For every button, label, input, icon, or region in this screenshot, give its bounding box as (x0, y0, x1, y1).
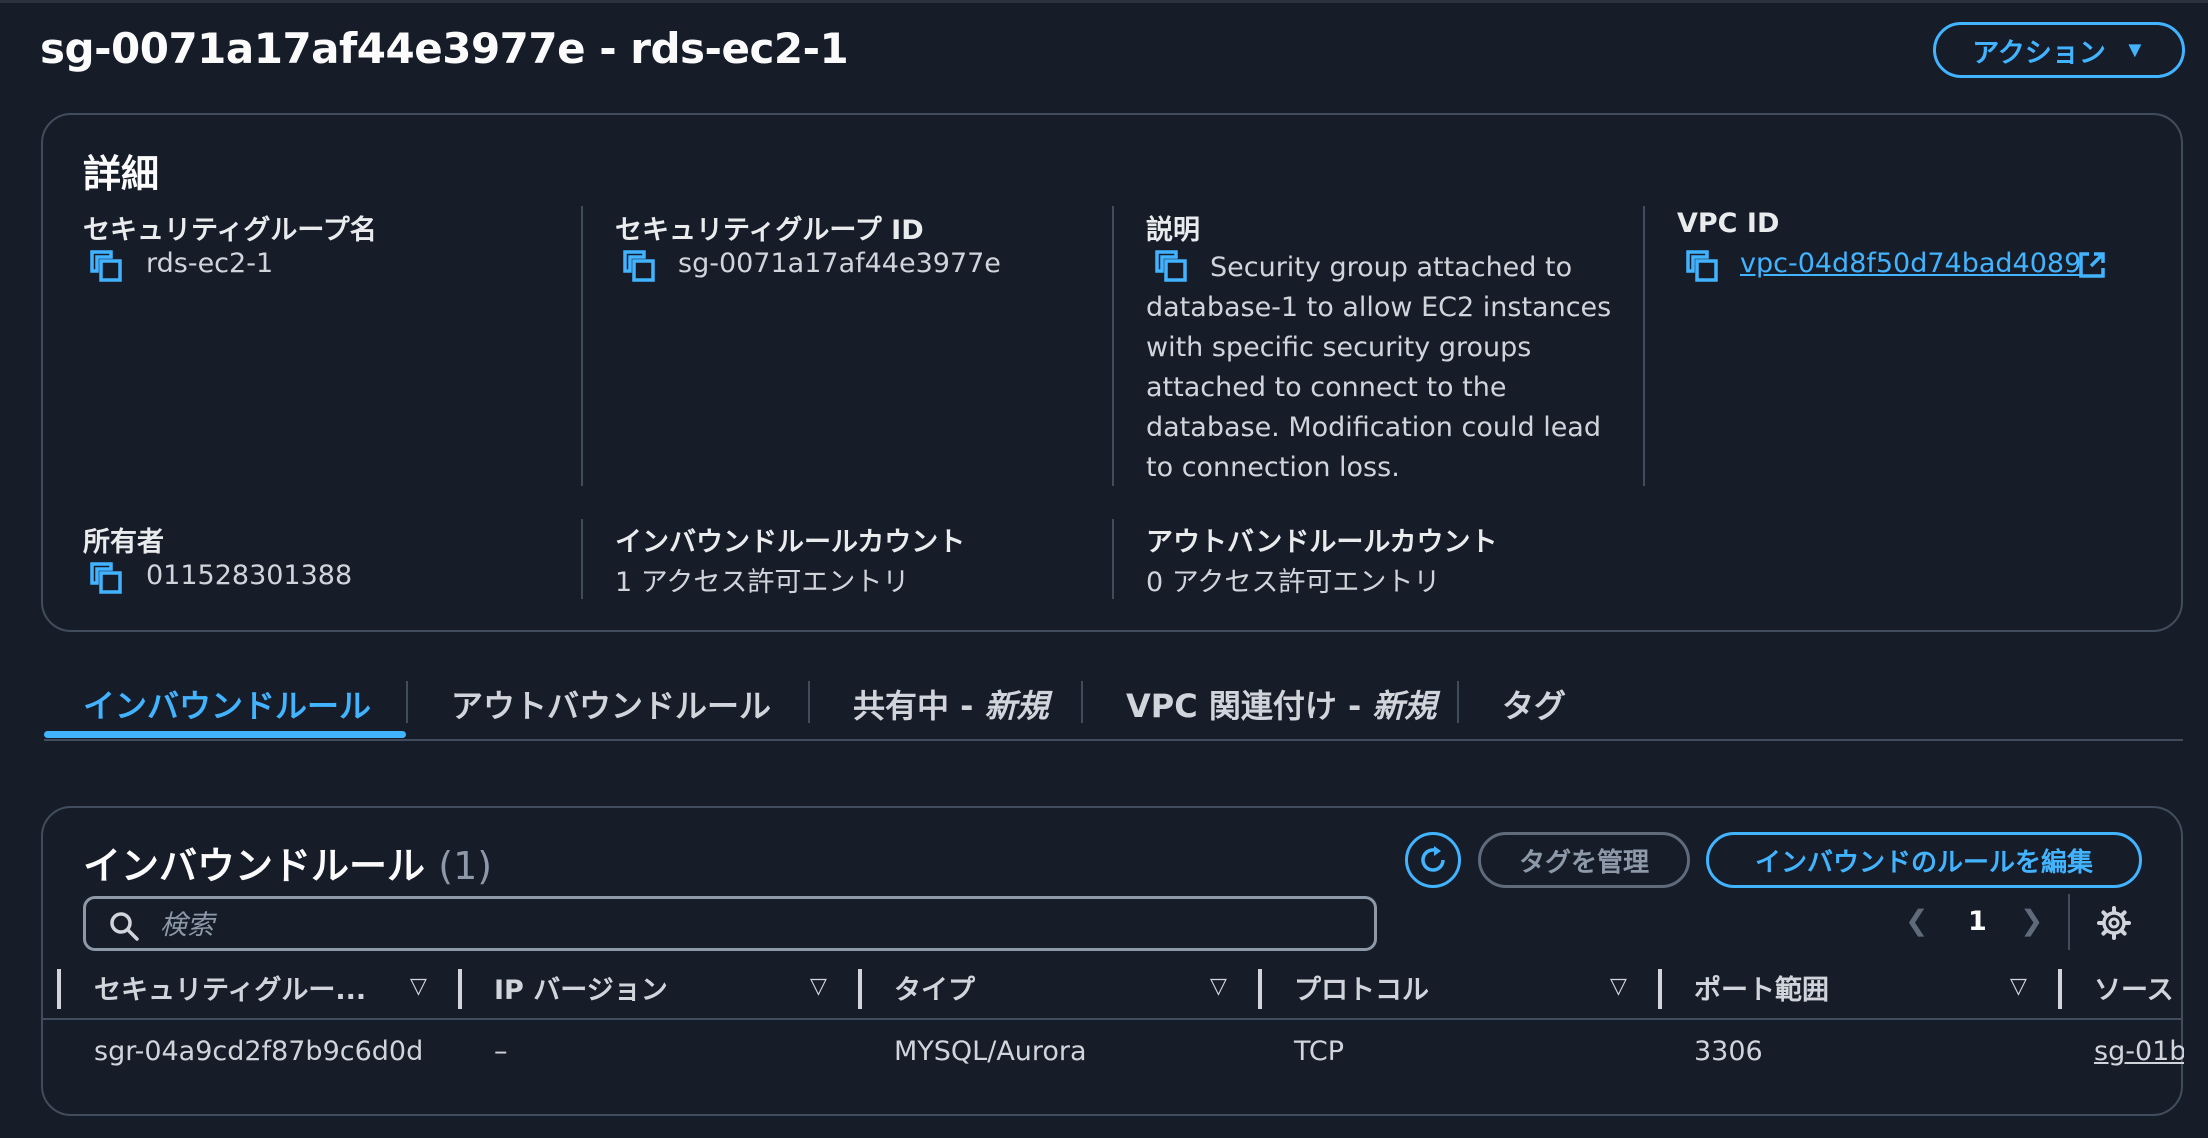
tab-label: タグ (1502, 687, 1567, 725)
column-resize-handle[interactable] (858, 969, 862, 1009)
tab-divider (1081, 681, 1083, 723)
column-divider (581, 519, 583, 599)
active-tab-indicator (44, 731, 406, 738)
sg-name-value: rds-ec2-1 (146, 248, 274, 279)
new-badge: 新規 (1372, 687, 1437, 725)
edit-rules-label: インバウンドのルールを編集 (1754, 846, 2093, 877)
owner-label: 所有者 (83, 527, 164, 558)
details-title: 詳細 (83, 152, 160, 196)
port-range-cell: 3306 (1694, 1036, 1763, 1067)
source-link[interactable]: sg-01b (2094, 1036, 2184, 1067)
column-divider (1112, 206, 1114, 486)
external-link-icon[interactable] (2077, 250, 2107, 280)
inbound-rules-title: インバウンドルール (1) (83, 835, 492, 890)
owner-value: 011528301388 (146, 560, 353, 591)
refresh-icon (1421, 846, 1445, 872)
refresh-button[interactable] (1405, 832, 1461, 888)
manage-tags-button[interactable]: タグを管理 (1478, 832, 1690, 888)
previous-page-icon[interactable]: ❮ (1905, 904, 1928, 937)
column-resize-handle[interactable] (1258, 969, 1262, 1009)
search-input[interactable] (158, 903, 1342, 947)
vpc-id-value: vpc-04d8f50d74bad4089 (1740, 248, 2082, 279)
sg-id-value: sg-0071a17af44e3977e (678, 248, 1001, 279)
column-header-protocol[interactable]: プロトコル (1294, 968, 1429, 1007)
pager-divider (2068, 894, 2070, 950)
tab-label: インバウンドルール (83, 687, 372, 725)
tab-label: VPC 関連付け - (1126, 687, 1373, 725)
column-divider (581, 206, 583, 486)
vpc-id-link[interactable]: vpc-04d8f50d74bad4089 (1740, 248, 2081, 279)
copy-icon[interactable] (1685, 249, 1719, 283)
caret-down-icon: ▼ (2123, 37, 2146, 62)
sort-icon[interactable]: ▽ (1610, 974, 1627, 999)
gear-icon[interactable] (2097, 906, 2131, 940)
rules-count: (1) (438, 844, 493, 888)
type-cell: MYSQL/Aurora (894, 1036, 1087, 1067)
manage-tags-label: タグを管理 (1518, 847, 1649, 878)
column-header-security-group-rule[interactable]: セキュリティグルー... (94, 968, 366, 1007)
sort-icon[interactable]: ▽ (2010, 974, 2027, 999)
tab-baseline (44, 739, 2183, 741)
column-header-source[interactable]: ソース (2094, 968, 2174, 1007)
sg-id-label: セキュリティグループ ID (615, 215, 924, 246)
column-resize-handle[interactable] (57, 969, 61, 1009)
table-header-divider (43, 1018, 2183, 1020)
rules-title-text: インバウンドルール (83, 844, 426, 888)
tab-outbound-rules[interactable]: アウトバウンドルール (451, 681, 771, 727)
description-value: Security group attached to database-1 to… (1146, 252, 1612, 483)
description-label: 説明 (1146, 215, 1200, 246)
next-page-icon[interactable]: ❯ (2020, 904, 2043, 937)
actions-label: アクション (1972, 37, 2106, 68)
column-resize-handle[interactable] (458, 969, 462, 1009)
column-header-port-range[interactable]: ポート範囲 (1694, 968, 1829, 1007)
tab-inbound-rules[interactable]: インバウンドルール (83, 681, 371, 727)
tab-label: 共有中 - (853, 687, 985, 725)
column-divider (1112, 519, 1114, 599)
column-header-ip-version[interactable]: IP バージョン (494, 968, 668, 1007)
column-resize-handle[interactable] (1658, 969, 1662, 1009)
rule-id-cell: sgr-04a9cd2f87b9c6d0d (94, 1036, 424, 1067)
inbound-count-value: 1 アクセス許可エントリ (615, 567, 910, 598)
search-icon (110, 912, 139, 941)
copy-icon[interactable] (89, 561, 123, 595)
sort-icon[interactable]: ▽ (410, 974, 427, 999)
sg-name-label: セキュリティグループ名 (83, 215, 377, 246)
column-resize-handle[interactable] (2058, 969, 2062, 1009)
sort-icon[interactable]: ▽ (1210, 974, 1227, 999)
page-title: sg-0071a17af44e3977e - rds-ec2-1 (40, 24, 849, 73)
ip-version-cell: – (494, 1036, 508, 1067)
current-page[interactable]: 1 (1968, 906, 1987, 937)
new-badge: 新規 (984, 687, 1049, 725)
tab-divider (1457, 681, 1459, 723)
vpc-id-label: VPC ID (1677, 208, 1780, 239)
outbound-count-value: 0 アクセス許可エントリ (1146, 567, 1441, 598)
copy-icon[interactable] (89, 249, 123, 283)
column-header-type[interactable]: タイプ (894, 968, 975, 1007)
actions-button[interactable]: アクション ▼ (1933, 22, 2185, 78)
tab-tags[interactable]: タグ (1502, 681, 1566, 727)
column-divider (1643, 206, 1645, 486)
tab-divider (406, 681, 408, 723)
edit-inbound-rules-button[interactable]: インバウンドのルールを編集 (1706, 832, 2142, 888)
sort-icon[interactable]: ▽ (810, 974, 827, 999)
tab-divider (808, 681, 810, 723)
inbound-count-label: インバウンドルールカウント (615, 527, 966, 558)
search-field[interactable] (83, 896, 1377, 951)
top-divider (0, 0, 2208, 3)
copy-icon[interactable] (622, 249, 656, 283)
tab-sharing[interactable]: 共有中 - 新規 (853, 681, 1049, 727)
protocol-cell: TCP (1294, 1036, 1345, 1067)
outbound-count-label: アウトバンドルールカウント (1146, 527, 1498, 558)
tab-vpc-associations[interactable]: VPC 関連付け - 新規 (1126, 681, 1436, 727)
tab-label: アウトバウンドルール (451, 687, 772, 725)
